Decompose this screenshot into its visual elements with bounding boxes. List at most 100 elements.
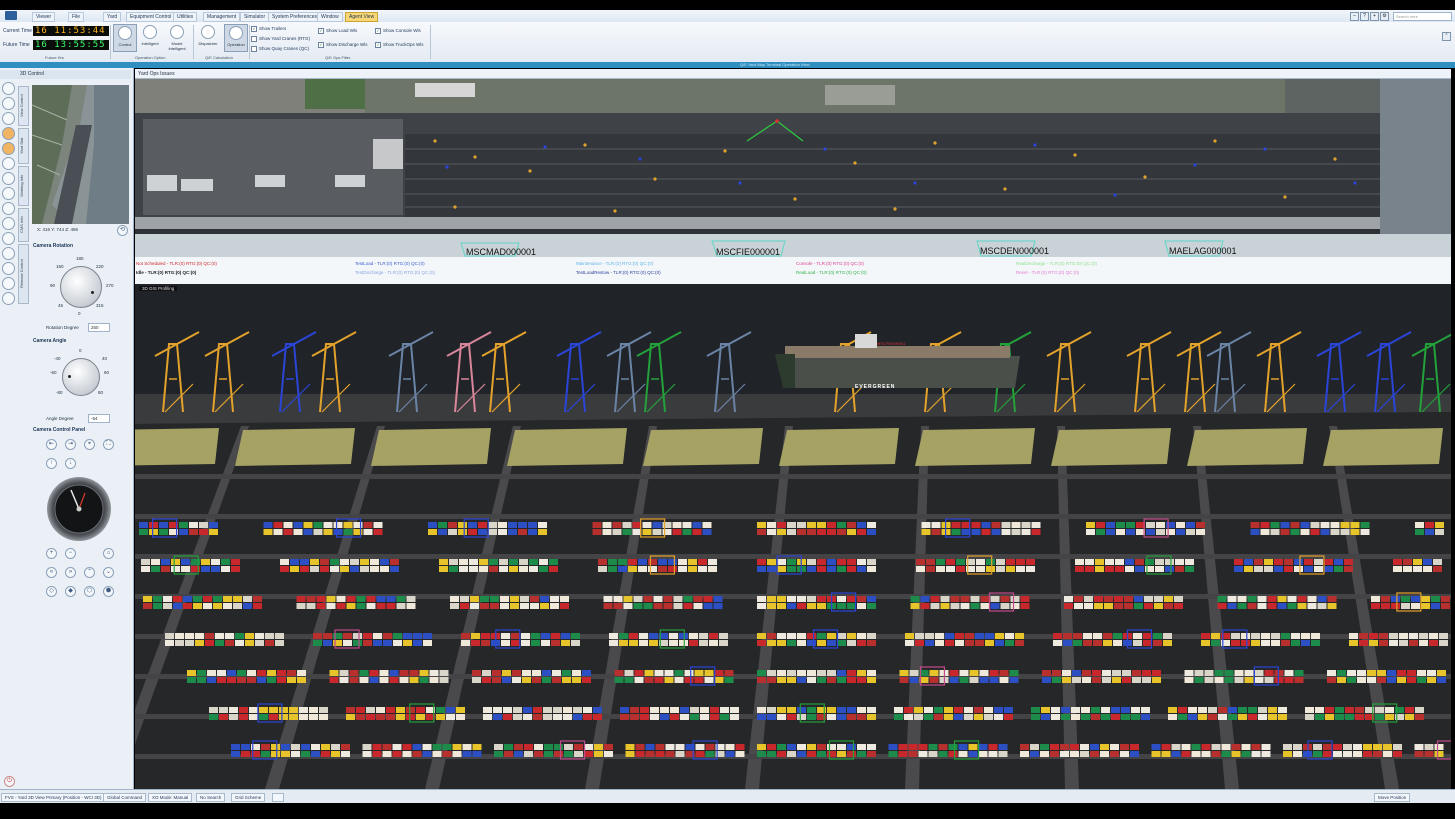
container [1324, 566, 1333, 572]
menu-item-utilities[interactable]: Utilities [173, 12, 198, 22]
camera-compass[interactable] [47, 477, 111, 541]
pan-left-icon[interactable]: ⇤ [46, 439, 57, 450]
chat-tool-icon[interactable] [2, 292, 15, 305]
tab-cms-info[interactable]: CMS Info [18, 208, 29, 242]
tab-release-control[interactable]: Release Control [18, 244, 29, 304]
tab-working-info[interactable]: Working Info [18, 166, 29, 206]
zoom-icon[interactable]: + [1370, 12, 1379, 21]
container [757, 677, 766, 683]
map-tool-icon[interactable] [2, 187, 15, 200]
target-tool-icon[interactable] [2, 112, 15, 125]
container [1104, 596, 1113, 602]
select-tool-icon[interactable] [2, 82, 15, 95]
menu-item-file[interactable]: File [68, 12, 85, 22]
menu-item-viewer[interactable]: Viewer [32, 12, 56, 22]
settings-icon[interactable]: ⚙ [1380, 12, 1389, 21]
menu-item-management[interactable]: Management [203, 12, 241, 22]
lock-tool-icon[interactable] [2, 262, 15, 275]
container [341, 751, 350, 757]
zoom-in-icon[interactable]: + [46, 548, 57, 559]
menu-item-agent-view[interactable]: Agent View [345, 12, 379, 22]
aerial-yard-map[interactable]: MSCMAD000001 MSCFIE000001 MSCDEN000001 M… [135, 79, 1451, 257]
status-search[interactable]: No Search [196, 793, 226, 802]
menu-item-equipment-control[interactable]: Equipment Control [126, 12, 176, 22]
view-back-icon[interactable]: ◆ [65, 586, 76, 597]
container [904, 714, 913, 720]
dispatcher-button[interactable]: Dispatcher [197, 24, 219, 50]
show-truckops-wls-checkbox[interactable]: ✓ Show TruckOps Wls [375, 42, 424, 48]
container [787, 522, 796, 528]
ribbon-collapse-icon[interactable]: ⌃ [1442, 32, 1451, 41]
intelligent-button[interactable]: Intelligent [139, 24, 161, 50]
rotation-knob[interactable] [60, 266, 102, 308]
show-trailers-checkbox[interactable]: ✓ Show Trailers [251, 26, 286, 32]
angle-degree-input[interactable]: -54 [88, 414, 110, 423]
view-side-icon[interactable]: ⬢ [103, 586, 114, 597]
home-icon[interactable]: ⌂ [103, 548, 114, 559]
alarm-tool-icon[interactable] [2, 247, 15, 260]
zoom-out-icon[interactable]: − [65, 548, 76, 559]
grid-tool-icon[interactable] [2, 172, 15, 185]
chart-tool-icon[interactable] [2, 202, 15, 215]
search-input[interactable]: Search here [1393, 12, 1452, 21]
ship-label[interactable]: MAELAG000001 [1169, 246, 1237, 256]
rotation-degree-input[interactable]: 260 [88, 323, 110, 332]
model-intelligent-button[interactable]: Model Intelligent [166, 24, 188, 51]
show-console-wls-checkbox[interactable]: ✓ Show Console Wls [375, 28, 421, 34]
container [562, 677, 571, 683]
container [171, 559, 180, 565]
ship-label[interactable]: MSCMAD000001 [466, 247, 536, 257]
status-global-command[interactable]: Global Command [103, 793, 147, 802]
container [490, 603, 499, 609]
view-front-icon[interactable]: ◇ [46, 586, 57, 597]
expand-view-icon[interactable]: ⛶ [103, 439, 114, 450]
ship-label[interactable]: MSCDEN000001 [980, 246, 1049, 256]
mini-map[interactable] [32, 85, 129, 224]
pan-down-icon[interactable]: ↓ [65, 458, 76, 469]
show-discharge-wls-checkbox[interactable]: ✓ Show Discharge Wls [318, 42, 368, 48]
pan-up-icon[interactable]: ↑ [46, 458, 57, 469]
container [333, 529, 343, 535]
container [847, 670, 856, 676]
help-icon[interactable]: ? [1360, 12, 1369, 21]
status-xo-mode[interactable]: XO Mode: Manual [148, 793, 193, 802]
pan-right-icon[interactable]: ⇥ [65, 439, 76, 450]
show-yard-cranes-checkbox[interactable]: Show Yard Cranes (RTG) [251, 36, 310, 42]
power-icon[interactable]: ⏻ [4, 776, 15, 787]
show-load-wls-checkbox[interactable]: ✓ Show Load Wls [318, 28, 357, 34]
layers-tool-icon[interactable] [2, 142, 15, 155]
status-grid-scheme[interactable]: Grid Scheme [231, 793, 266, 802]
list-tool-icon[interactable] [2, 217, 15, 230]
measure-tool-icon[interactable] [2, 157, 15, 170]
container [1294, 559, 1303, 565]
show-quay-cranes-checkbox[interactable]: Show Quay Cranes (QC) [251, 46, 309, 52]
tab-view-control[interactable]: View Control [18, 86, 29, 126]
control-button[interactable]: Control [113, 24, 137, 52]
angle-knob[interactable] [62, 358, 100, 396]
operation-button[interactable]: Operation [224, 24, 248, 52]
filter-tool-icon[interactable] [2, 97, 15, 110]
status-move-position[interactable]: Move Position [1374, 793, 1411, 802]
container [215, 640, 224, 646]
tab-yard-stat[interactable]: Yard Stat [18, 128, 29, 164]
rotate-right-icon[interactable]: » [65, 567, 76, 578]
menu-item-system-preferences[interactable]: System Preferences [268, 12, 322, 22]
container [501, 633, 510, 639]
rotate-left-icon[interactable]: « [46, 567, 57, 578]
menu-item-simulator[interactable]: Simulator [240, 12, 270, 22]
yard-viewport[interactable]: Yard Ops Issues MSCMAD000001 MSCFIE00000… [135, 69, 1451, 789]
3d-terminal-view[interactable]: 3D GIS Profiling EVERGREEN MSCFIE000001 [135, 284, 1451, 789]
fit-view-icon[interactable]: ⌖ [84, 439, 95, 450]
container [767, 566, 776, 572]
tilt-down-icon[interactable]: ⌄ [103, 567, 114, 578]
info-tool-icon[interactable] [2, 232, 15, 245]
export-tool-icon[interactable] [2, 277, 15, 290]
reset-view-icon[interactable]: ⟲ [117, 225, 128, 236]
minimize-icon[interactable]: – [1350, 12, 1359, 21]
ship-label[interactable]: MSCFIE000001 [716, 247, 780, 257]
camera-tool-icon[interactable] [2, 127, 15, 140]
tilt-up-icon[interactable]: ⌃ [84, 567, 95, 578]
menu-item-yard[interactable]: Yard [103, 12, 122, 22]
view-top-icon[interactable]: ⬡ [84, 586, 95, 597]
menu-item-window[interactable]: Window [317, 12, 343, 22]
